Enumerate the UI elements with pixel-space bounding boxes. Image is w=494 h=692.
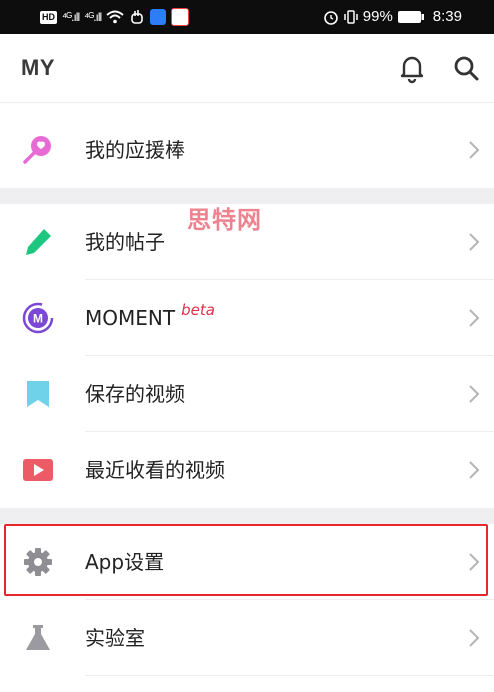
- clock: 8:39: [432, 8, 462, 25]
- status-left: HD ⁴ᴳ.ıll ⁴ᴳ.ıll: [40, 8, 190, 26]
- bookmark-icon: [27, 381, 49, 407]
- menu-item-recent-videos[interactable]: 最近收看的视频: [0, 432, 494, 508]
- menu-item-label: 我的帖子: [85, 230, 165, 254]
- section-separator: [0, 508, 494, 524]
- hand-icon: [131, 10, 144, 24]
- chevron-right-icon: [469, 309, 480, 327]
- menu-item-label: 我的应援棒: [85, 138, 185, 162]
- signal-1: ⁴ᴳ.ıll: [62, 10, 80, 24]
- watermark-text: 思特网: [187, 206, 262, 234]
- menu-item-moment[interactable]: M MOMENT beta: [0, 280, 494, 356]
- beta-badge: beta: [181, 301, 215, 319]
- status-right: 99% 8:39: [323, 8, 462, 25]
- chevron-right-icon: [469, 385, 480, 403]
- menu-item-label: MOMENT beta: [85, 301, 215, 333]
- alarm-icon: [323, 10, 338, 25]
- menu-item-lab[interactable]: 实验室: [0, 600, 494, 676]
- divider: [85, 675, 494, 676]
- pencil-icon: [26, 229, 51, 255]
- page-title: MY: [21, 55, 55, 80]
- menu-item-label: 实验室: [85, 626, 145, 650]
- search-icon[interactable]: [450, 52, 482, 84]
- signal-2: ⁴ᴳ.ıll: [84, 10, 102, 24]
- highlight-box: [4, 524, 488, 596]
- chevron-right-icon: [469, 461, 480, 479]
- play-icon: [23, 459, 53, 481]
- chevron-right-icon: [469, 141, 480, 159]
- flask-icon: [26, 625, 50, 650]
- moment-label: MOMENT: [85, 306, 176, 330]
- menu-item-saved-videos[interactable]: 保存的视频: [0, 356, 494, 432]
- shield-app-icon: [150, 9, 167, 25]
- app-header: MY: [0, 34, 494, 103]
- chevron-right-icon: [469, 629, 480, 647]
- battery-percent: 99%: [362, 8, 393, 25]
- status-bar: HD ⁴ᴳ.ıll ⁴ᴳ.ıll 99% 8:39: [0, 0, 494, 34]
- svg-text:M: M: [33, 312, 43, 326]
- vibrate-icon: [344, 9, 358, 24]
- moment-icon: M: [22, 302, 54, 334]
- wifi-icon: [106, 10, 124, 24]
- menu-item-label: 最近收看的视频: [85, 458, 225, 482]
- menu-item-label: 保存的视频: [85, 382, 185, 406]
- map-app-icon: [171, 8, 190, 26]
- battery-icon: [397, 10, 424, 23]
- chevron-right-icon: [469, 233, 480, 251]
- bell-icon[interactable]: [396, 52, 428, 84]
- hd-badge: HD: [40, 10, 57, 24]
- menu-item-cheer-stick[interactable]: 我的应援棒: [0, 112, 494, 188]
- cheer-stick-icon: [23, 136, 51, 164]
